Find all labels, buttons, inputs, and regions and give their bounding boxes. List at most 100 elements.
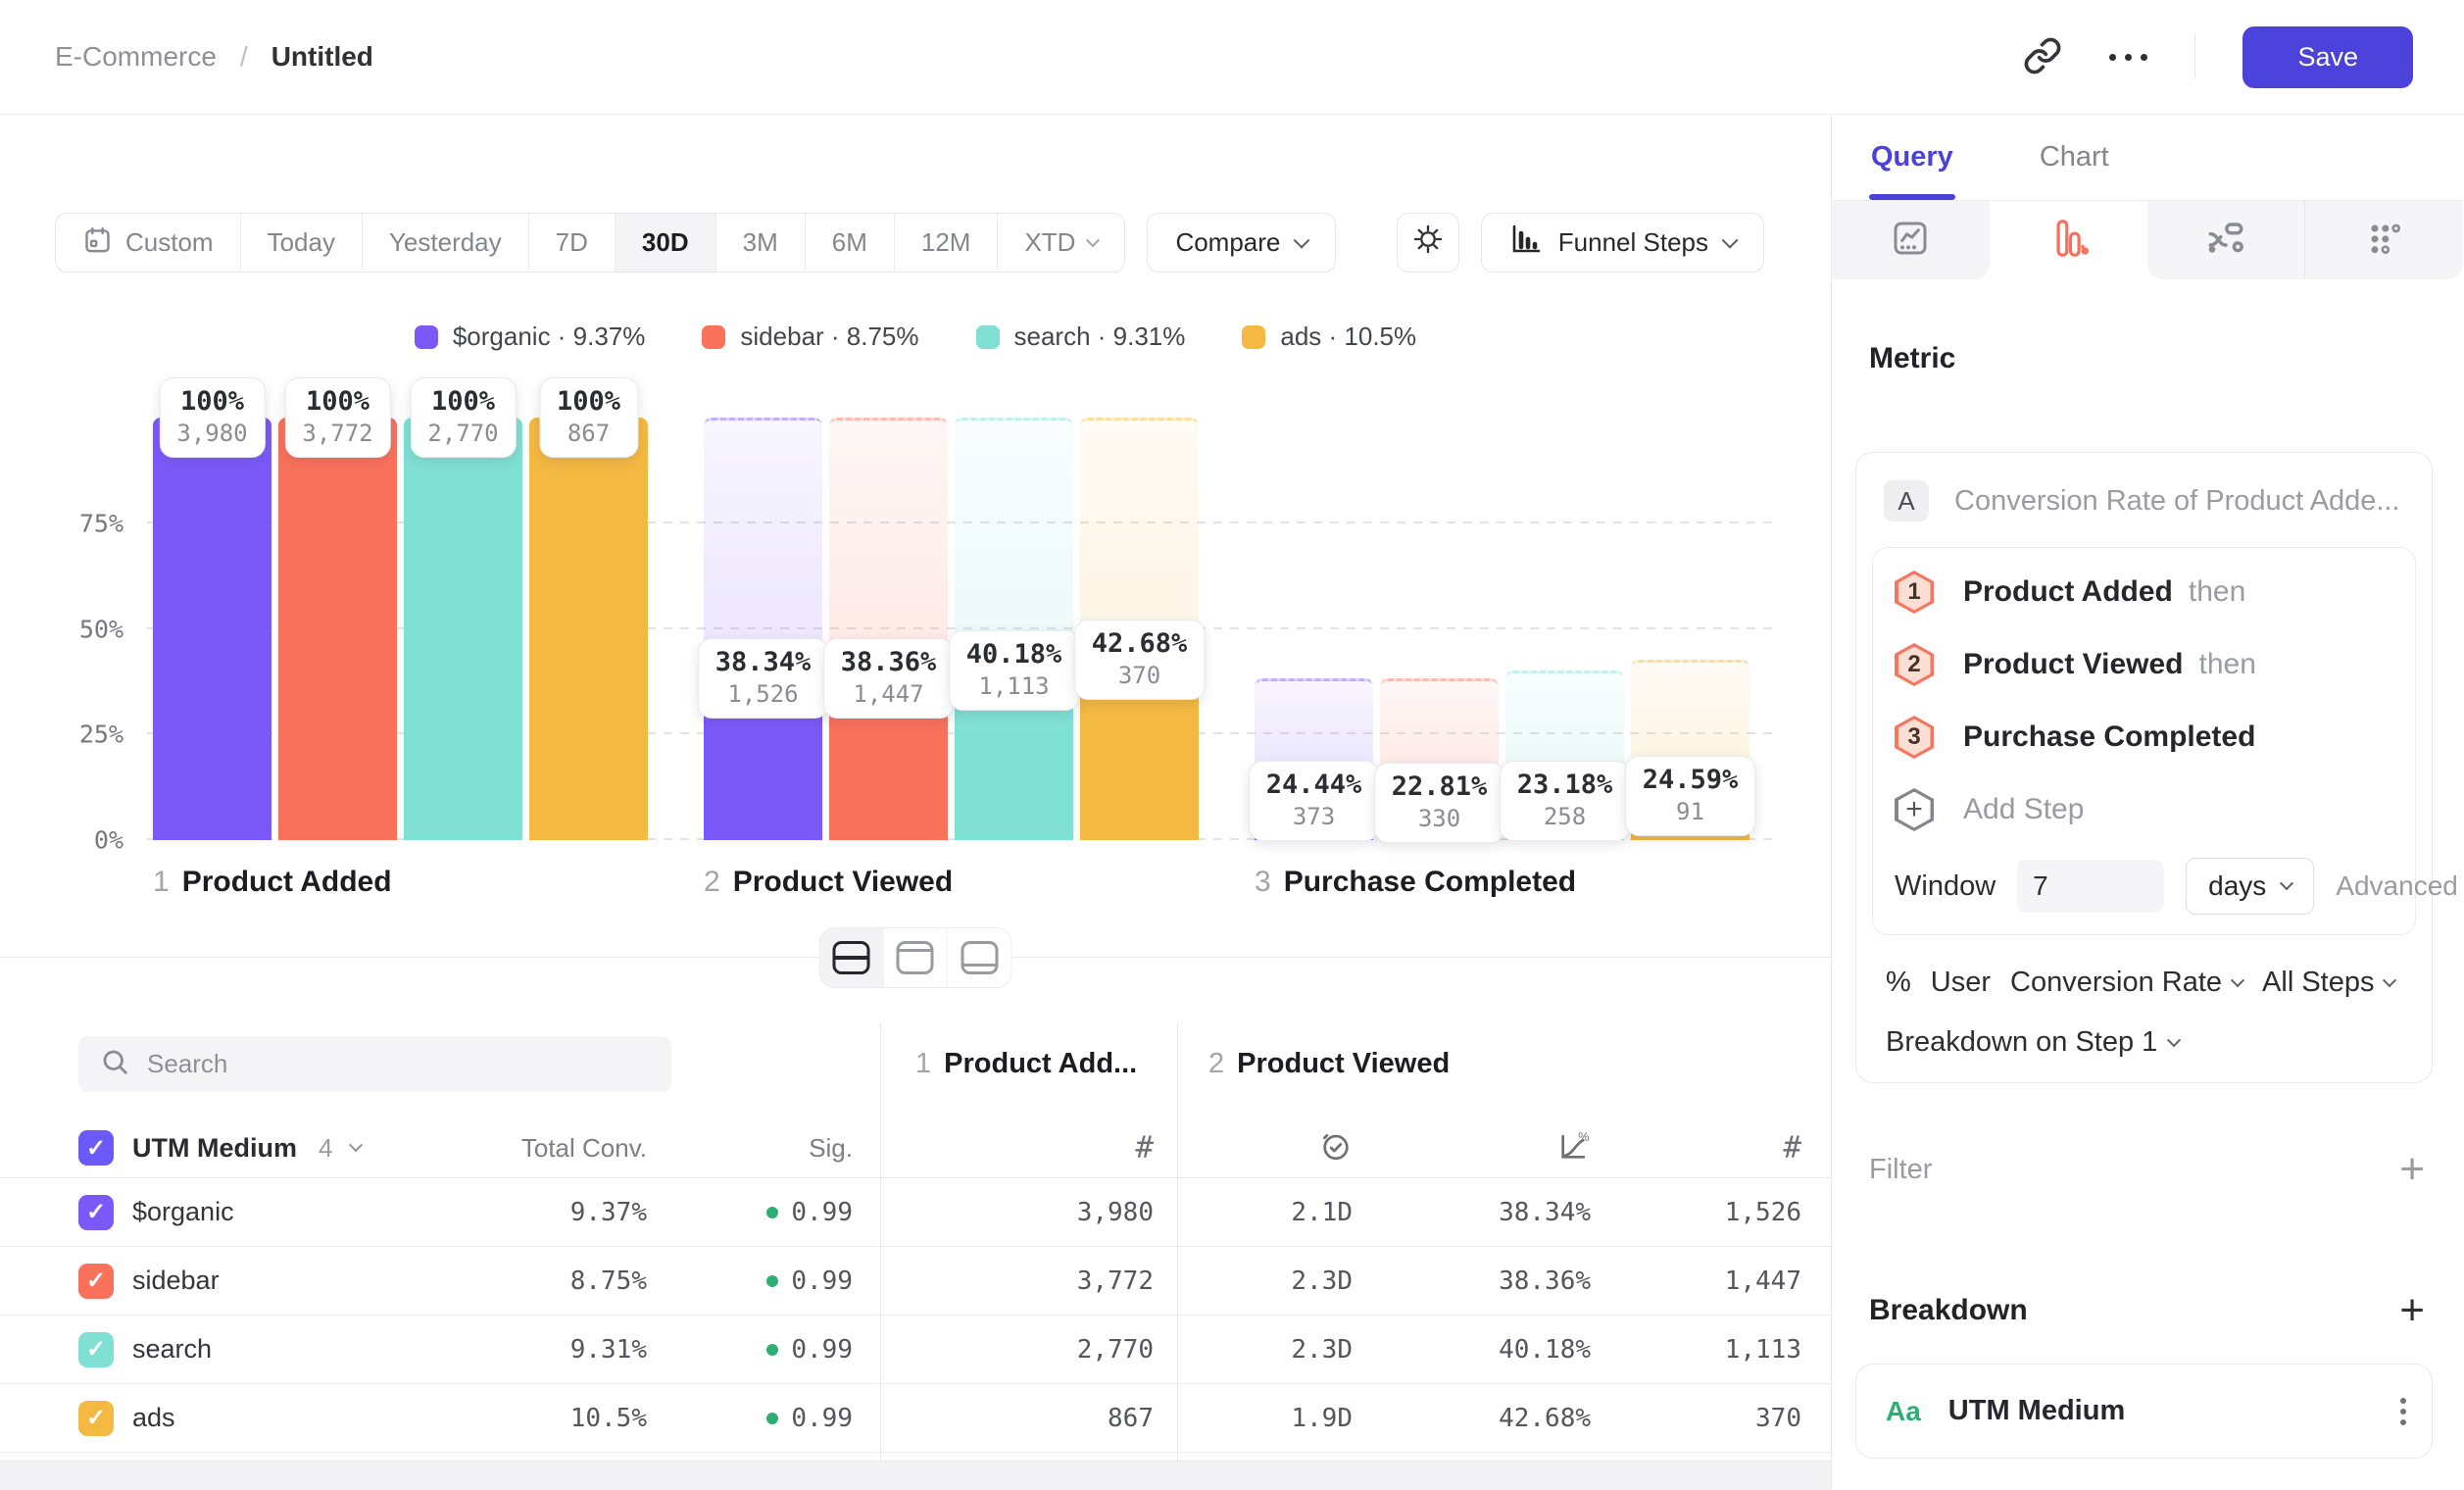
bar-sidebar-step3[interactable]: 22.81%330 xyxy=(1380,418,1499,840)
sig-column-header[interactable]: Sig. xyxy=(647,1133,853,1164)
advanced-toggle[interactable]: Advanced xyxy=(2336,870,2463,902)
row-checkbox[interactable]: ✓ xyxy=(78,1264,114,1299)
table-row-search[interactable]: ✓search9.31%0.992,7702.3D40.18%1,113 xyxy=(0,1316,1831,1384)
compare-button[interactable]: Compare xyxy=(1147,213,1336,273)
horizontal-scrollbar-gutter[interactable] xyxy=(0,1461,1831,1490)
tab-chart[interactable]: Chart xyxy=(2040,115,2109,200)
share-link-button[interactable] xyxy=(2023,36,2062,78)
bar-search-step1[interactable]: 100%2,770 xyxy=(404,418,522,840)
bar-sidebar-step1[interactable]: 100%3,772 xyxy=(278,418,397,840)
entity-label[interactable]: User xyxy=(1931,967,1991,999)
funnel-bar[interactable] xyxy=(153,418,271,840)
range-xtd[interactable]: XTD xyxy=(998,214,1124,272)
breakdown-table: 1 Product Add... 2 Product Viewed ✓ UTM … xyxy=(0,1022,1831,1461)
layout-chart-view-button[interactable] xyxy=(884,928,948,987)
report-type-funnels[interactable] xyxy=(1990,201,2147,279)
row-checkbox[interactable]: ✓ xyxy=(78,1195,114,1230)
bar-ads-step1[interactable]: 100%867 xyxy=(529,418,648,840)
report-title[interactable]: Untitled xyxy=(271,41,373,73)
report-type-flows[interactable] xyxy=(2147,201,2305,279)
bar-sidebar-step2[interactable]: 38.36%1,447 xyxy=(829,418,948,840)
y-axis-tick: 0% xyxy=(0,826,123,855)
window-unit-select[interactable]: days xyxy=(2186,858,2314,915)
sig-value-cell: 0.99 xyxy=(647,1404,853,1433)
legend-item-ads[interactable]: ads · 10.5% xyxy=(1242,322,1416,352)
range-yesterday[interactable]: Yesterday xyxy=(363,214,529,272)
chart-settings-button[interactable] xyxy=(1397,213,1459,273)
range-custom[interactable]: Custom xyxy=(56,214,241,272)
chart-type-select[interactable]: Funnel Steps xyxy=(1481,213,1764,273)
add-step-button[interactable]: + Add Step xyxy=(1893,773,2395,846)
breakdown-item-card[interactable]: Aa UTM Medium xyxy=(1855,1364,2433,1459)
breakdown-column-header[interactable]: ✓ UTM Medium 4 xyxy=(78,1130,451,1166)
bar-percent-value: 100% xyxy=(427,386,498,417)
range-6m[interactable]: 6M xyxy=(806,214,895,272)
breakdown-count: 4 xyxy=(319,1133,332,1164)
window-value-input[interactable] xyxy=(2017,860,2164,913)
count-column-header[interactable]: # xyxy=(853,1130,1154,1166)
funnel-bar[interactable] xyxy=(404,418,522,840)
table-search[interactable] xyxy=(78,1036,671,1092)
gear-icon xyxy=(1410,222,1446,264)
table-row-sidebar[interactable]: ✓sidebar8.75%0.993,7722.3D38.36%1,447 xyxy=(0,1247,1831,1316)
bar-organic-step1[interactable]: 100%3,980 xyxy=(153,418,271,840)
funnel-bar[interactable] xyxy=(529,418,648,840)
metric-title: Conversion Rate of Product Adde... xyxy=(1954,485,2400,518)
query-step-3[interactable]: 3Purchase Completed xyxy=(1893,701,2395,773)
bar-percent-value: 100% xyxy=(557,386,620,417)
bar-ads-step3[interactable]: 24.59%91 xyxy=(1631,418,1749,840)
add-breakdown-button[interactable]: + xyxy=(2399,1289,2425,1332)
y-axis-tick: 25% xyxy=(0,720,123,749)
range-12m[interactable]: 12M xyxy=(895,214,999,272)
total-conv-column-header[interactable]: Total Conv. xyxy=(451,1133,647,1164)
bar-search-step2[interactable]: 40.18%1,113 xyxy=(955,418,1073,840)
layout-split-view-button[interactable] xyxy=(820,928,884,987)
bar-ads-step2[interactable]: 42.68%370 xyxy=(1080,418,1199,840)
breakdown-on-step-select[interactable]: Breakdown on Step 1 xyxy=(1886,1026,2416,1059)
range-3m[interactable]: 3M xyxy=(716,214,806,272)
bar-organic-step2[interactable]: 38.34%1,526 xyxy=(704,418,822,840)
row-checkbox[interactable]: ✓ xyxy=(78,1401,114,1436)
range-today[interactable]: Today xyxy=(241,214,363,272)
panel-tabs: Query Chart xyxy=(1832,115,2463,201)
table-body: ✓$organic9.37%0.993,9802.1D38.34%1,526✓s… xyxy=(0,1178,1831,1453)
table-search-row: 1 Product Add... 2 Product Viewed xyxy=(0,1036,1831,1092)
search-input[interactable] xyxy=(147,1049,650,1079)
metric-type-select[interactable]: Conversion Rate xyxy=(2010,967,2242,999)
legend-item-sidebar[interactable]: sidebar · 8.75% xyxy=(702,322,918,352)
table-row-ads[interactable]: ✓ads10.5%0.998671.9D42.68%370 xyxy=(0,1384,1831,1453)
add-filter-button[interactable]: + xyxy=(2399,1148,2425,1191)
bar-percent-value: 42.68% xyxy=(1092,628,1188,659)
breadcrumb-workspace[interactable]: E-Commerce xyxy=(55,41,217,73)
metric-series-row[interactable]: A Conversion Rate of Product Adde... xyxy=(1872,469,2416,533)
funnels-icon xyxy=(2047,218,2089,264)
legend-item-search[interactable]: search · 9.31% xyxy=(976,322,1186,352)
legend-item-organic[interactable]: $organic · 9.37% xyxy=(415,322,646,352)
query-step-1[interactable]: 1Product Addedthen xyxy=(1893,556,2395,628)
layout-table-view-button[interactable] xyxy=(948,928,1011,987)
more-options-button[interactable] xyxy=(2109,54,2147,61)
query-step-2[interactable]: 2Product Viewedthen xyxy=(1893,628,2395,701)
range-7d[interactable]: 7D xyxy=(529,214,616,272)
select-all-checkbox[interactable]: ✓ xyxy=(78,1130,114,1166)
count-column-header[interactable]: # xyxy=(1591,1130,1801,1166)
funnel-report-app: E-Commerce / Untitled Save xyxy=(0,0,2464,1490)
range-30d[interactable]: 30D xyxy=(616,214,716,272)
conv-rate-column-header[interactable]: % xyxy=(1353,1129,1591,1167)
bar-search-step3[interactable]: 23.18%258 xyxy=(1505,418,1624,840)
row-checkbox[interactable]: ✓ xyxy=(78,1332,114,1367)
bar-value-label: 38.36%1,447 xyxy=(823,638,955,719)
table-row-organic[interactable]: ✓$organic9.37%0.993,9802.1D38.34%1,526 xyxy=(0,1178,1831,1247)
steps-scope-select[interactable]: All Steps xyxy=(2262,967,2394,999)
bar-organic-step3[interactable]: 24.44%373 xyxy=(1255,418,1373,840)
save-button[interactable]: Save xyxy=(2242,26,2413,88)
sig-value: 0.99 xyxy=(791,1266,853,1296)
sig-value: 0.99 xyxy=(791,1198,853,1227)
report-type-retention[interactable] xyxy=(2304,201,2463,279)
tab-query[interactable]: Query xyxy=(1871,115,1953,200)
funnel-bar[interactable] xyxy=(278,418,397,840)
time-to-convert-column-header[interactable] xyxy=(1154,1129,1353,1167)
report-type-insights[interactable] xyxy=(1832,201,1990,279)
step2-count-value: 370 xyxy=(1591,1404,1801,1433)
kebab-menu-icon[interactable] xyxy=(2400,1398,2406,1425)
